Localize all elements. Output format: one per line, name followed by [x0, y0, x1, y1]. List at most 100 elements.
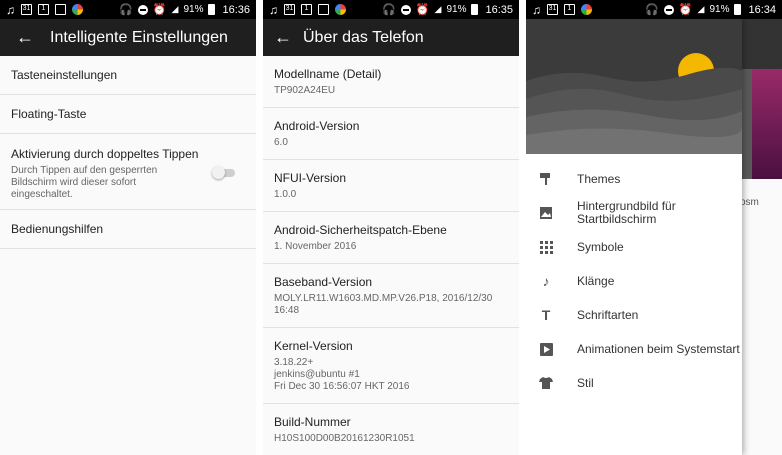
navigation-drawer[interactable]: Themes Hintergrundbild für Startbildschi…	[526, 19, 742, 455]
menu-item-wallpaper[interactable]: Hintergrundbild für Startbildschirm	[526, 196, 742, 230]
settings-item-label: Bedienungshilfen	[11, 222, 104, 236]
do-not-disturb-icon	[663, 4, 674, 15]
info-value-line: jenkins@ubuntu #1	[274, 369, 360, 380]
info-item-security-patch[interactable]: Android-Sicherheitspatch-Ebene 1. Novemb…	[263, 212, 519, 264]
settings-item-label: Tasteneinstellungen	[11, 68, 118, 82]
info-item-kernel[interactable]: Kernel-Version 3.18.22+ jenkins@ubuntu #…	[263, 328, 519, 404]
menu-item-fonts[interactable]: T Schriftarten	[526, 298, 742, 332]
music-note-icon: ♪	[542, 273, 550, 289]
google-icon	[72, 4, 83, 15]
app-bar: ← Über das Telefon	[263, 19, 519, 56]
do-not-disturb-icon	[400, 4, 411, 15]
info-item-model[interactable]: Modellname (Detail) TP902A24EU	[263, 56, 519, 108]
notification-icon: 1	[38, 4, 49, 15]
drawer-menu: Themes Hintergrundbild für Startbildschi…	[526, 154, 742, 400]
settings-item-accessibility[interactable]: Bedienungshilfen	[0, 210, 256, 249]
animation-icon	[538, 341, 554, 357]
info-label: NFUI-Version	[274, 171, 347, 185]
drawer-header-image	[526, 19, 742, 154]
calendar-icon: 31	[284, 4, 295, 15]
info-label: Android-Sicherheitspatch-Ebene	[274, 223, 447, 237]
info-label: Baseband-Version	[274, 275, 373, 289]
status-bar: ♫ 31 1 🎧 ⏰ ◢ 91% 16:34	[526, 0, 782, 19]
signal-icon: ◢	[697, 4, 705, 14]
divider	[256, 0, 263, 455]
tshirt-icon	[538, 375, 554, 391]
menu-item-label: Animationen beim Systemstart	[577, 341, 740, 356]
menu-item-label: Klänge	[577, 273, 615, 288]
page-title: Über das Telefon	[303, 28, 424, 46]
background-content: osm	[740, 69, 782, 455]
music-note-icon: ♫	[6, 2, 15, 17]
image-icon	[538, 205, 554, 221]
image-notification-icon	[55, 4, 66, 15]
info-value-line: 16:48	[274, 305, 300, 316]
text-t-icon: T	[541, 307, 551, 323]
menu-item-label-line: Startbildschirm	[577, 212, 657, 226]
theme-drawer-screen: ♫ 31 1 🎧 ⏰ ◢ 91% 16:34 osm Themes Hinter…	[526, 0, 782, 455]
app-bar: ← Intelligente Einstellungen	[0, 19, 256, 56]
settings-item-double-tap[interactable]: Aktivierung durch doppeltes Tippen Durch…	[0, 134, 256, 210]
battery-percent: 91%	[709, 4, 730, 15]
signal-icon: ◢	[434, 4, 442, 14]
apps-grid-icon	[538, 239, 554, 255]
menu-item-themes[interactable]: Themes	[526, 162, 742, 196]
info-item-build-number[interactable]: Build-Nummer H10S100D00B20161230R1051	[263, 404, 519, 455]
music-note-icon: ♫	[532, 2, 541, 17]
info-label: Modellname (Detail)	[274, 67, 382, 81]
battery-icon	[734, 4, 742, 15]
info-value-line: Fri Dec 30 16:56:07 HKT 2016	[274, 381, 410, 392]
back-arrow-icon[interactable]: ←	[0, 27, 50, 48]
menu-item-style[interactable]: Stil	[526, 366, 742, 400]
menu-item-icons[interactable]: Symbole	[526, 230, 742, 264]
do-not-disturb-icon	[137, 4, 148, 15]
description-line: Durch Tippen auf den gesperrten	[11, 165, 158, 176]
settings-item-key-settings[interactable]: Tasteneinstellungen	[0, 56, 256, 95]
menu-item-label: Hintergrundbild für Startbildschirm	[577, 200, 676, 226]
headphones-icon: 🎧	[119, 4, 133, 16]
signal-icon: ◢	[171, 4, 179, 14]
info-label: Build-Nummer	[274, 415, 351, 429]
double-tap-toggle[interactable]	[212, 165, 236, 179]
smart-settings-screen: ♫ 31 1 🎧 ⏰ ◢ 91% 16:36 ← Intelligente Ei…	[0, 0, 256, 455]
settings-item-floating-button[interactable]: Floating-Taste	[0, 95, 256, 134]
divider	[519, 0, 526, 455]
status-bar: ♫ 31 1 🎧 ⏰ ◢ 91% 16:36	[0, 0, 256, 19]
background-label: osm	[740, 197, 759, 208]
battery-percent: 91%	[446, 4, 467, 15]
info-value: 3.18.22+ jenkins@ubuntu #1 Fri Dec 30 16…	[274, 357, 508, 393]
mountain-sunset-illustration	[526, 19, 742, 154]
info-value: 6.0	[274, 137, 288, 148]
info-item-android-version[interactable]: Android-Version 6.0	[263, 108, 519, 160]
description-line: eingeschaltet.	[11, 189, 73, 200]
info-item-nfui-version[interactable]: NFUI-Version 1.0.0	[263, 160, 519, 212]
background-card	[752, 69, 782, 179]
headphones-icon: 🎧	[382, 4, 396, 16]
google-icon	[335, 4, 346, 15]
settings-item-description: Durch Tippen auf den gesperrten Bildschi…	[11, 165, 198, 201]
notification-icon: 1	[564, 4, 575, 15]
info-label: Android-Version	[274, 119, 360, 133]
description-line: Bildschirm wird dieser sofort	[11, 177, 137, 188]
info-value: 1.0.0	[274, 189, 297, 200]
calendar-icon: 31	[21, 4, 32, 15]
alarm-icon: ⏰	[152, 4, 167, 16]
info-value-line: MOLY.LR11.W1603.MD.MP.V26.P18, 2016/12/3…	[274, 293, 493, 304]
page-title: Intelligente Einstellungen	[50, 28, 228, 46]
menu-item-label: Symbole	[577, 239, 624, 254]
info-value: H10S100D00B20161230R1051	[274, 433, 415, 444]
settings-item-label: Aktivierung durch doppeltes Tippen	[11, 147, 199, 161]
info-item-baseband[interactable]: Baseband-Version MOLY.LR11.W1603.MD.MP.V…	[263, 264, 519, 328]
menu-item-sounds[interactable]: ♪ Klänge	[526, 264, 742, 298]
about-phone-screen: ♫ 31 1 🎧 ⏰ ◢ 91% 16:35 ← Über das Telefo…	[263, 0, 519, 455]
settings-item-label: Floating-Taste	[11, 107, 87, 121]
clock: 16:35	[485, 3, 513, 16]
calendar-icon: 31	[547, 4, 558, 15]
menu-item-boot-animation[interactable]: Animationen beim Systemstart	[526, 332, 742, 366]
clock: 16:34	[748, 3, 776, 16]
back-arrow-icon[interactable]: ←	[263, 27, 303, 48]
menu-item-label: Stil	[577, 375, 594, 390]
battery-percent: 91%	[183, 4, 204, 15]
info-value: TP902A24EU	[274, 85, 336, 96]
notification-icon: 1	[301, 4, 312, 15]
